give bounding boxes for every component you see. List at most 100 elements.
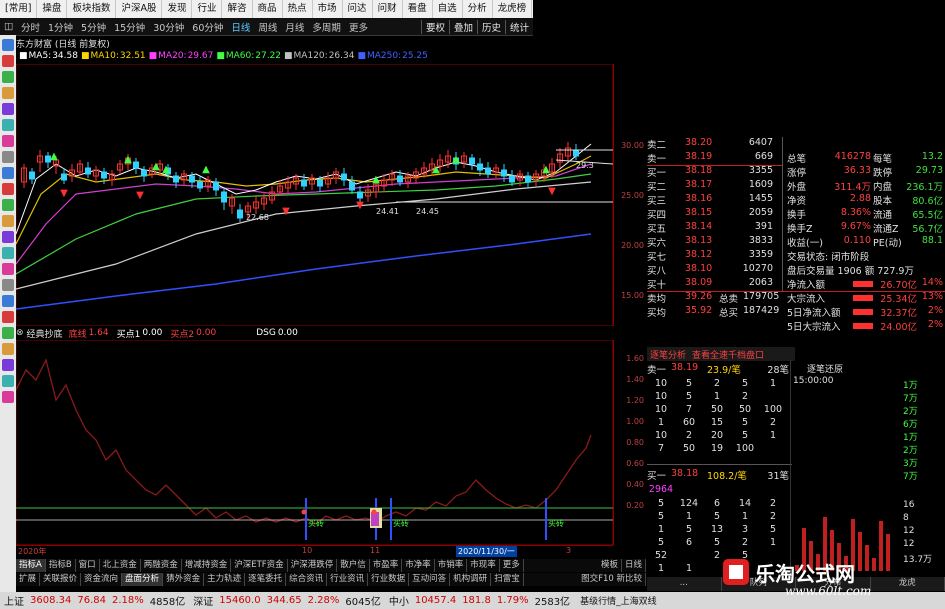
- tool-icon-21[interactable]: [2, 375, 14, 387]
- period-tab-1[interactable]: 1分钟: [44, 20, 77, 34]
- period-tab-4[interactable]: 30分钟: [149, 20, 188, 34]
- indicator-tab-0[interactable]: 指标A: [16, 559, 46, 572]
- tool-icon-20[interactable]: [2, 359, 14, 371]
- tool-icon-15[interactable]: [2, 279, 14, 291]
- menu-item-4[interactable]: 发现: [162, 0, 193, 18]
- chart-icon[interactable]: ◫: [0, 21, 17, 32]
- indicator-tab-13[interactable]: 更多: [500, 559, 524, 572]
- indicator-tab-1[interactable]: 指标B: [46, 559, 76, 572]
- indicator-close-icon[interactable]: ⊗: [16, 328, 24, 338]
- info-tab-9[interactable]: 行业数据: [368, 573, 410, 586]
- info-tab-10[interactable]: 互动问答: [409, 573, 451, 586]
- info-tab-1[interactable]: 关联报价: [40, 573, 82, 586]
- period-action-3[interactable]: 统计: [504, 19, 533, 34]
- tool-icon-3[interactable]: [2, 87, 14, 99]
- tool-icon-12[interactable]: [2, 231, 14, 243]
- indicator-chart[interactable]: 买砖 买砖 买砖: [16, 340, 613, 545]
- tool-icon-13[interactable]: [2, 247, 14, 259]
- info-tab-5[interactable]: 主力轨迹: [204, 573, 246, 586]
- tool-icon-9[interactable]: [2, 183, 14, 195]
- menu-item-13[interactable]: 自选: [433, 0, 463, 18]
- period-tab-5[interactable]: 60分钟: [188, 20, 227, 34]
- indicator-tab-4[interactable]: 两融资金: [141, 559, 182, 572]
- info-tab-3[interactable]: 盘面分析: [122, 573, 164, 586]
- tool-icon-22[interactable]: [2, 391, 14, 403]
- info-tab-8[interactable]: 行业资讯: [327, 573, 369, 586]
- tool-icon-10[interactable]: [2, 199, 14, 211]
- tool-icon-18[interactable]: [2, 327, 14, 339]
- tool-icon-4[interactable]: [2, 103, 14, 115]
- tool-icon-1[interactable]: [2, 55, 14, 67]
- period-tab-10[interactable]: 更多: [345, 20, 372, 34]
- info-tab-12[interactable]: 扫雷宝: [491, 573, 524, 586]
- menu-item-15[interactable]: 龙虎榜: [493, 0, 533, 18]
- info-tab-0[interactable]: 扩展: [16, 573, 41, 586]
- ref-label-1: 24.41: [376, 207, 399, 216]
- period-tab-9[interactable]: 多周期: [308, 20, 345, 34]
- info-tab-7[interactable]: 综合资讯: [286, 573, 328, 586]
- tool-icon-17[interactable]: [2, 311, 14, 323]
- stock-title[interactable]: 东方财富 (日线 前复权): [16, 37, 110, 50]
- indicator-tab-8[interactable]: 散户信: [337, 559, 370, 572]
- menu-item-8[interactable]: 热点: [283, 0, 313, 18]
- menu-item-11[interactable]: 问财: [373, 0, 403, 18]
- menu-item-9[interactable]: 市场: [313, 0, 343, 18]
- period-tab-2[interactable]: 5分钟: [77, 20, 110, 34]
- indicator-tab-11[interactable]: 市销率: [435, 559, 468, 572]
- ticker-index-2[interactable]: 中小 10457.4 181.8 1.79% 2583亿: [385, 593, 574, 608]
- menu-item-2[interactable]: 板块指数: [67, 0, 117, 18]
- indicator-name[interactable]: 经典抄底: [27, 327, 63, 340]
- info-tab-2[interactable]: 资金流向: [81, 573, 123, 586]
- ticker-index-0[interactable]: 上证 3608.34 76.84 2.18% 4858亿: [0, 593, 189, 608]
- tool-icon-0[interactable]: [2, 39, 14, 51]
- tool-icon-5[interactable]: [2, 119, 14, 131]
- tool-icon-14[interactable]: [2, 263, 14, 275]
- detail-sell-label: 卖一: [647, 365, 667, 376]
- period-action-0[interactable]: 要权: [420, 19, 449, 34]
- detail-tab-analysis[interactable]: 逐笔分析: [650, 348, 686, 361]
- info-tab-11[interactable]: 机构调研: [450, 573, 492, 586]
- period-action-2[interactable]: 历史: [476, 19, 505, 34]
- period-tab-7[interactable]: 周线: [254, 20, 281, 34]
- ma-dot-icon: ■: [357, 51, 366, 61]
- tick-restore-title[interactable]: 逐笔还原: [807, 362, 843, 375]
- period-tab-8[interactable]: 月线: [281, 20, 308, 34]
- menu-item-7[interactable]: 商品: [253, 0, 283, 18]
- tool-icon-8[interactable]: [2, 167, 14, 179]
- indicator-tab-12[interactable]: 市现率: [467, 559, 500, 572]
- menu-item-12[interactable]: 看盘: [403, 0, 433, 18]
- menu-item-10[interactable]: 问达: [343, 0, 373, 18]
- period-tab-6[interactable]: 日线: [227, 20, 254, 34]
- indicator-tab-9[interactable]: 市盈率: [370, 559, 403, 572]
- tool-icon-16[interactable]: [2, 295, 14, 307]
- tool-icon-2[interactable]: [2, 71, 14, 83]
- indicator-tab-7[interactable]: 沪深港跌停: [288, 559, 338, 572]
- indicator-tab-5[interactable]: 增减持资金: [182, 559, 232, 572]
- menu-item-14[interactable]: 分析: [463, 0, 493, 18]
- period-action-1[interactable]: 叠加: [448, 19, 477, 34]
- info-tab-4[interactable]: 猜外资金: [163, 573, 205, 586]
- indicator-tab-2[interactable]: 窗口: [76, 559, 100, 572]
- period-tab-3[interactable]: 15分钟: [110, 20, 149, 34]
- candlestick-chart[interactable]: ▲ ▲▲ ▲ ▲▲▲▲▲▼ ▼▼▼▼22.6824.41 24.4529.3: [16, 64, 613, 326]
- f10-tab[interactable]: 图交F10 新比较: [578, 573, 646, 586]
- indicator-tab-10[interactable]: 市净率: [402, 559, 435, 572]
- tool-icon-19[interactable]: [2, 343, 14, 355]
- info-tab-6[interactable]: 逐笔委托: [245, 573, 287, 586]
- tool-icon-6[interactable]: [2, 135, 14, 147]
- menu-item-6[interactable]: 解咨: [222, 0, 253, 18]
- tab-right-1[interactable]: 日线: [622, 559, 646, 572]
- bottom-tab-0[interactable]: ...: [647, 577, 722, 591]
- menu-item-3[interactable]: 沪深A股: [116, 0, 163, 18]
- menu-item-5[interactable]: 行业: [192, 0, 223, 18]
- ticker-index-1[interactable]: 深证 15460.0 344.65 2.28% 6045亿: [189, 593, 385, 608]
- tab-right-0[interactable]: 模板: [598, 559, 622, 572]
- tool-icon-7[interactable]: [2, 151, 14, 163]
- menu-item-1[interactable]: 操盘: [37, 0, 68, 18]
- detail-tab-fullspeed[interactable]: 查看全速千档盘口: [692, 348, 764, 361]
- indicator-tab-6[interactable]: 沪深ETF资金: [231, 559, 288, 572]
- menu-item-0[interactable]: [常用]: [0, 0, 38, 18]
- indicator-tab-3[interactable]: 北上资金: [100, 559, 141, 572]
- period-tab-0[interactable]: 分时: [17, 20, 44, 34]
- tool-icon-11[interactable]: [2, 215, 14, 227]
